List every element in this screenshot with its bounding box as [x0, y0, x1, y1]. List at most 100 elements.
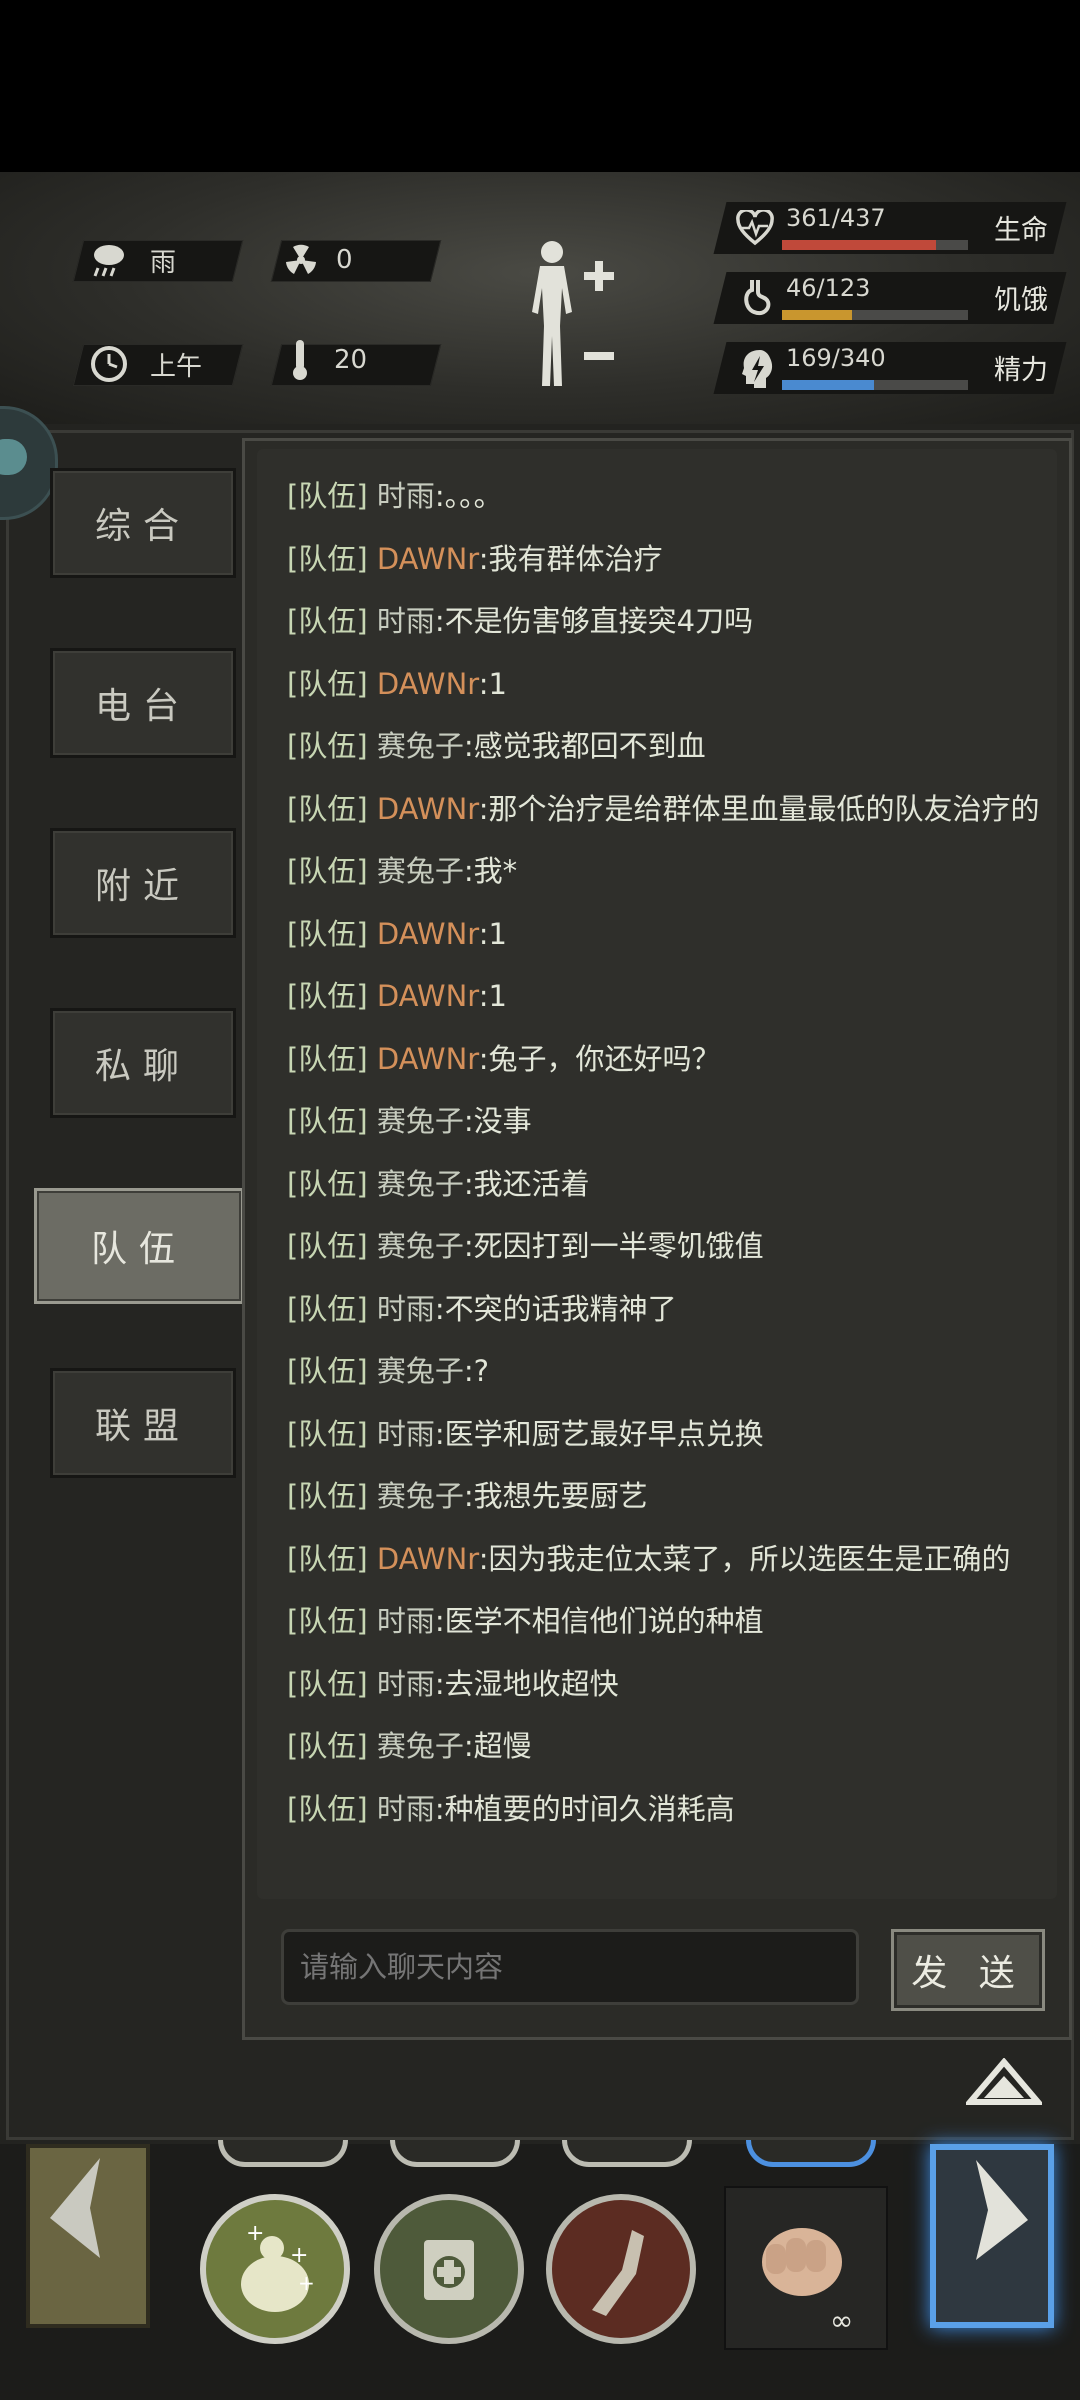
tab-general[interactable]: 综合	[50, 468, 236, 578]
tab-private[interactable]: 私聊	[50, 1008, 236, 1118]
channel-tag: [队伍]	[287, 666, 368, 701]
chat-message: [队伍] 赛兔子:我想先要厨艺	[287, 1473, 648, 1515]
message-text: :1	[478, 979, 507, 1013]
sender-name[interactable]: 赛兔子	[377, 1167, 464, 1201]
channel-tag: [队伍]	[287, 1729, 368, 1763]
stamina-value: 169/340	[786, 344, 886, 372]
sender-name[interactable]: 赛兔子	[377, 1479, 464, 1513]
message-text: :不突的话我精神了	[434, 1291, 677, 1326]
sender-name[interactable]: DAWNr	[377, 792, 479, 826]
message-text: :死因打到一半零饥饿值	[463, 1229, 764, 1263]
hunger-bar: 46/123 饥饿	[730, 274, 1070, 326]
stamina-fill	[782, 380, 875, 390]
channel-tag: [队伍]	[287, 1104, 368, 1138]
sender-name[interactable]: 时雨	[377, 479, 435, 513]
weather-text: 雨	[150, 247, 177, 278]
channel-tag: [队伍]	[287, 1541, 368, 1576]
sender-name[interactable]: DAWNr	[377, 667, 479, 701]
time-of-day-text: 上午	[150, 351, 203, 382]
sender-name[interactable]: DAWNr	[377, 1542, 479, 1576]
fist-count: ∞	[830, 2304, 854, 2337]
chat-message: [队伍] 时雨:不突的话我精神了	[287, 1286, 677, 1328]
message-text: :那个治疗是给群体里血量最低的队友治疗的	[478, 791, 1040, 826]
sender-name[interactable]: DAWNr	[377, 917, 479, 951]
chat-message: [队伍] 赛兔子:超慢	[287, 1723, 532, 1765]
status-area	[0, 0, 1080, 172]
fist-attack-button[interactable]: ∞	[724, 2186, 888, 2350]
channel-tag: [队伍]	[287, 1291, 368, 1326]
chat-message: [队伍] DAWNr:那个治疗是给群体里血量最低的队友治疗的	[287, 786, 1040, 828]
channel-tag: [队伍]	[287, 1354, 368, 1388]
health-fill	[782, 240, 936, 250]
group-heal-skill-icon[interactable]: + + +	[200, 2194, 350, 2344]
sender-name[interactable]: 赛兔子	[377, 1729, 464, 1763]
message-text: :我还活着	[463, 1166, 590, 1201]
sender-name[interactable]: 时雨	[377, 604, 435, 638]
chat-message: [队伍] 赛兔子:死因打到一半零饥饿值	[287, 1223, 764, 1265]
hunger-label: 饥饿	[994, 285, 1048, 316]
heart-icon	[736, 210, 774, 246]
tab-nearby[interactable]: 附近	[50, 828, 236, 938]
tab-radio[interactable]: 电台	[50, 648, 236, 758]
sender-name[interactable]: 赛兔子	[377, 729, 464, 763]
chat-message: [队伍] 赛兔子:我*	[287, 848, 517, 890]
sender-name[interactable]: 时雨	[377, 1417, 435, 1451]
channel-tag: [队伍]	[287, 729, 368, 763]
sender-name[interactable]: 赛兔子	[377, 1354, 464, 1388]
channel-tag: [队伍]	[287, 979, 368, 1013]
chat-panel: [队伍] 时雨:。。。 [队伍] DAWNr:我有群体治疗 [队伍] 时雨:不是伤害…	[242, 438, 1072, 2040]
sender-name[interactable]: 时雨	[377, 1292, 435, 1326]
chat-message: [队伍] 赛兔子:我还活着	[287, 1161, 590, 1203]
svg-text:+: +	[246, 2221, 264, 2246]
temperature-value: 20	[334, 345, 368, 375]
hunger-value: 46/123	[786, 274, 871, 302]
chat-message: [队伍] DAWNr:1	[287, 911, 507, 953]
svg-text:+: +	[290, 2243, 308, 2268]
sender-name[interactable]: 赛兔子	[377, 1104, 464, 1138]
prev-skill-page-button[interactable]	[26, 2144, 150, 2328]
chat-message: [队伍] 时雨:去湿地收超快	[287, 1661, 619, 1703]
channel-tag: [队伍]	[287, 1604, 368, 1638]
channel-tag: [队伍]	[287, 1229, 368, 1263]
sender-name[interactable]: 赛兔子	[377, 854, 464, 888]
message-text: :去湿地收超快	[434, 1666, 619, 1701]
body-status-button[interactable]	[522, 236, 622, 400]
sender-name[interactable]: 时雨	[377, 1604, 435, 1638]
message-text: :1	[478, 916, 507, 951]
sender-name[interactable]: DAWNr	[377, 979, 479, 1013]
health-label: 生命	[994, 215, 1048, 246]
chat-message: [队伍] 赛兔子:没事	[287, 1098, 532, 1140]
collapse-icon[interactable]	[963, 2057, 1045, 2112]
health-value: 361/437	[786, 204, 886, 232]
sender-name[interactable]: DAWNr	[377, 542, 479, 576]
channel-tag: [队伍]	[287, 791, 368, 826]
medkit-skill-icon[interactable]	[374, 2194, 524, 2344]
next-skill-page-button[interactable]	[930, 2144, 1054, 2328]
channel-tag: [队伍]	[287, 1666, 368, 1701]
channel-tag: [队伍]	[287, 604, 368, 638]
message-text: :我想先要厨艺	[463, 1479, 648, 1513]
sender-name[interactable]: 时雨	[377, 1667, 435, 1701]
thermometer-icon	[290, 338, 310, 382]
chat-input[interactable]	[281, 1929, 859, 2005]
sender-name[interactable]: 赛兔子	[377, 1229, 464, 1263]
channel-tag: [队伍]	[287, 1791, 368, 1826]
channel-tag: [队伍]	[287, 1416, 368, 1451]
chat-message: [队伍] 赛兔子:感觉我都回不到血	[287, 723, 706, 765]
message-text: :。。。	[434, 479, 503, 513]
sender-name[interactable]: DAWNr	[377, 1042, 479, 1076]
message-text: :?	[463, 1354, 490, 1388]
strike-skill-icon[interactable]	[546, 2194, 696, 2344]
message-list[interactable]: [队伍] 时雨:。。。 [队伍] DAWNr:我有群体治疗 [队伍] 时雨:不是伤害…	[257, 449, 1057, 1899]
tab-team[interactable]: 队伍	[34, 1188, 244, 1304]
tab-alliance[interactable]: 联盟	[50, 1368, 236, 1478]
channel-tag: [队伍]	[287, 1479, 368, 1513]
message-text: :种植要的时间久消耗高	[434, 1791, 735, 1826]
send-button[interactable]: 发 送	[891, 1929, 1045, 2011]
svg-text:+: +	[298, 2271, 315, 2295]
message-text: :不是伤害够直接突4刀吗	[434, 604, 754, 638]
chat-message: [队伍] DAWNr:兔子，你还好吗？	[287, 1036, 721, 1078]
chat-message: [队伍] DAWNr:1	[287, 973, 507, 1015]
message-text: :医学不相信他们说的种植	[434, 1604, 764, 1638]
sender-name[interactable]: 时雨	[377, 1792, 435, 1826]
